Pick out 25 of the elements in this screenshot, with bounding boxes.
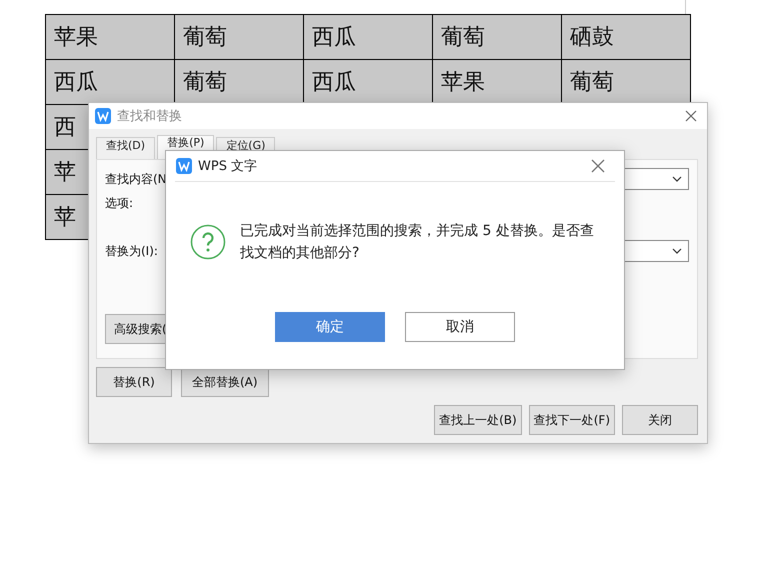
dialog-button[interactable]: 查找上一处(B)	[434, 405, 522, 435]
dialog-button[interactable]: 关闭	[622, 405, 698, 435]
field-label: 替换为(I):	[105, 242, 159, 260]
confirm-button[interactable]: 确定	[275, 312, 385, 342]
message-text: 已完成对当前选择范围的搜索，并完成 5 处替换。是否查找文档的其他部分?	[240, 222, 595, 263]
dialog-button[interactable]: 查找下一处(F)	[528, 405, 615, 435]
close-icon[interactable]	[591, 159, 605, 173]
tab[interactable]: 查找(D)	[96, 137, 156, 159]
app-logo-icon	[95, 108, 111, 124]
table-cell: 西瓜	[304, 15, 433, 60]
close-icon[interactable]	[685, 110, 697, 122]
replace-button[interactable]: 全部替换(A)	[181, 367, 269, 397]
replace-button[interactable]: 替换(R)	[96, 367, 172, 397]
dialog-title: WPS 文字	[198, 158, 258, 175]
table-cell: 葡萄	[175, 15, 304, 60]
chevron-icon	[672, 248, 682, 254]
chevron-icon	[672, 176, 682, 182]
options-label: 选项:	[105, 195, 134, 212]
table-cell: 硒鼓	[562, 15, 691, 60]
app-logo-icon	[176, 158, 192, 174]
cancel-button[interactable]: 取消	[405, 312, 515, 342]
table-cell: 西瓜	[46, 60, 175, 105]
table-cell: 苹果	[46, 15, 175, 60]
table-cell: 葡萄	[433, 15, 562, 60]
question-icon	[190, 224, 226, 260]
